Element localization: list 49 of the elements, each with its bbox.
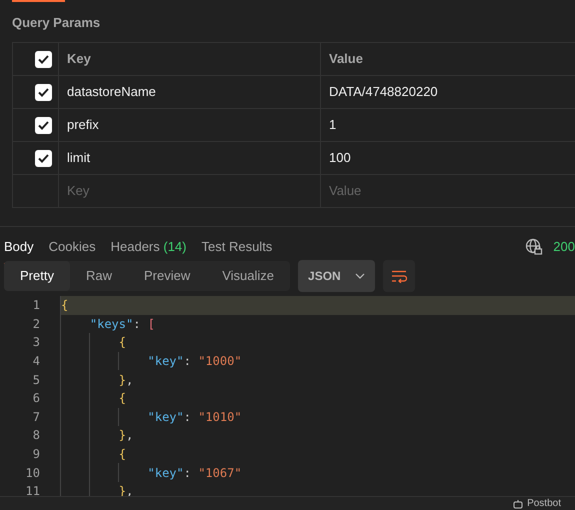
bot-icon[interactable]: [513, 498, 524, 508]
line-number: 2: [32, 316, 40, 333]
code-line: {: [118, 446, 126, 464]
code-line: {: [118, 390, 126, 408]
code-line: "keys": [: [90, 316, 155, 333]
line-number: 10: [24, 464, 40, 482]
table-cell-text: 100: [329, 149, 351, 168]
status-code: 200: [553, 238, 575, 256]
line-number: 1: [32, 297, 40, 314]
section-title: Query Params: [12, 15, 100, 30]
line-number: 7: [32, 408, 40, 426]
table-cell-text: 1: [329, 116, 336, 134]
line-number: 9: [32, 446, 40, 464]
wrap-lines-icon: [390, 270, 407, 282]
checkbox[interactable]: [35, 116, 52, 134]
globe-lock-icon[interactable]: [525, 238, 544, 256]
line-number: 11: [24, 483, 40, 500]
code-line: },: [118, 372, 134, 389]
table-cell-text: DATA/4748820220: [329, 83, 438, 102]
code-line: {: [61, 297, 68, 314]
line-number: 8: [32, 427, 40, 444]
code-line: "key": "1067": [148, 464, 242, 482]
code-line: {: [118, 334, 126, 352]
code-line: },: [118, 427, 134, 444]
key-input[interactable]: Key: [67, 181, 307, 201]
checkbox[interactable]: [35, 150, 52, 166]
checkmark-icon: [38, 88, 49, 96]
column-header: Value: [329, 50, 363, 68]
checkmark-icon: [38, 120, 49, 130]
line-number: 5: [32, 372, 40, 389]
postbot-link[interactable]: Postbot: [527, 498, 561, 508]
table-cell-text: datastoreName: [67, 83, 156, 102]
checkbox[interactable]: [35, 50, 52, 68]
checkbox[interactable]: [35, 84, 52, 100]
line-number: 6: [32, 390, 40, 408]
code-line: "key": "1000": [148, 353, 242, 370]
code-line: "key": "1010": [148, 408, 242, 426]
view-mode-tab[interactable]: Pretty: [4, 261, 70, 291]
checkmark-icon: [38, 54, 49, 64]
column-header: Key: [67, 50, 91, 68]
checkmark-icon: [38, 154, 49, 162]
table-cell-text: limit: [67, 149, 90, 168]
line-number: 4: [32, 353, 40, 370]
line-number: 3: [32, 334, 40, 352]
table-cell-text: prefix: [67, 116, 99, 134]
value-input[interactable]: Value: [329, 181, 569, 201]
wrap-button[interactable]: [382, 260, 415, 292]
chevron-down-icon: [354, 273, 365, 279]
format-dropdown[interactable]: JSON: [298, 260, 375, 292]
